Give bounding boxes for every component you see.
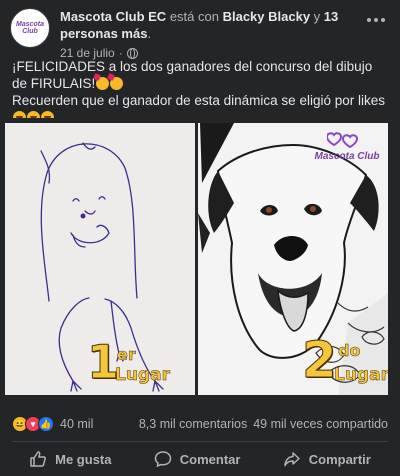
like-icon: 👍: [38, 416, 54, 432]
post-text-line1: ¡FELICIDADES a los dos ganadores del con…: [12, 59, 373, 91]
meta-separator: ·: [118, 46, 123, 60]
facebook-post: Mascota Club Mascota Club EC está con Bl…: [0, 0, 400, 476]
reaction-icons[interactable]: 😆 ♥ 👍: [12, 416, 54, 432]
like-button[interactable]: Me gusta: [19, 444, 121, 474]
second-place-number: 2: [302, 331, 338, 389]
comment-button[interactable]: Comentar: [144, 444, 251, 474]
globe-icon: [126, 47, 138, 59]
post-meta: 21 de julio ·: [60, 46, 388, 60]
comment-count[interactable]: 8,3 mil comentarios: [139, 417, 247, 431]
like-label: Me gusta: [55, 451, 112, 467]
hearts-logo-icon: [327, 132, 359, 149]
engagement-stats: 8,3 mil comentarios 49 mil veces compart…: [139, 417, 388, 431]
second-place-suffix: do: [338, 341, 361, 361]
thumbs-up-icon: [30, 451, 47, 467]
first-place-suffix: er: [117, 345, 136, 365]
tagged-user[interactable]: Blacky Blacky: [223, 9, 310, 24]
second-place-label: Lugar: [334, 365, 388, 386]
photo-second-place[interactable]: Mascota Club 2 do Lugar: [198, 123, 388, 395]
reaction-count[interactable]: 40 mil: [60, 417, 93, 431]
avatar-logo-text: Mascota Club: [15, 21, 44, 35]
post-text-line2: Recuerden que el ganador de esta dinámic…: [12, 93, 385, 108]
share-count[interactable]: 49 mil veces compartido: [253, 417, 388, 431]
post-photos: 1 er Lugar Mascota Club 2 do Lugar: [0, 118, 400, 403]
post-text: ¡FELICIDADES a los dos ganadores del con…: [0, 56, 400, 124]
post-actions: Me gusta Comentar Compartir: [0, 442, 400, 476]
more-options-icon[interactable]: [364, 10, 388, 30]
with-text: está con: [169, 9, 219, 24]
party-face-emoji-icon: [110, 77, 124, 90]
period: .: [147, 26, 152, 41]
photo-first-place[interactable]: 1 er Lugar: [5, 123, 195, 395]
and-text: y: [313, 9, 321, 24]
reactions-bar: 😆 ♥ 👍 40 mil 8,3 mil comentarios 49 mil …: [0, 410, 400, 438]
share-icon: [283, 452, 300, 467]
author-name[interactable]: Mascota Club EC: [60, 9, 166, 24]
share-label: Compartir: [308, 451, 371, 467]
post-header: Mascota Club Mascota Club EC está con Bl…: [0, 0, 400, 60]
first-place-label: Lugar: [115, 365, 170, 386]
post-date[interactable]: 21 de julio: [60, 46, 115, 60]
brand-logo: Mascota Club: [314, 129, 380, 175]
comment-icon: [154, 451, 172, 468]
post-author-line: Mascota Club EC está con Blacky Blacky y…: [60, 8, 360, 42]
comment-label: Comentar: [179, 451, 241, 467]
page-avatar[interactable]: Mascota Club: [10, 8, 50, 48]
share-button[interactable]: Compartir: [273, 444, 381, 474]
